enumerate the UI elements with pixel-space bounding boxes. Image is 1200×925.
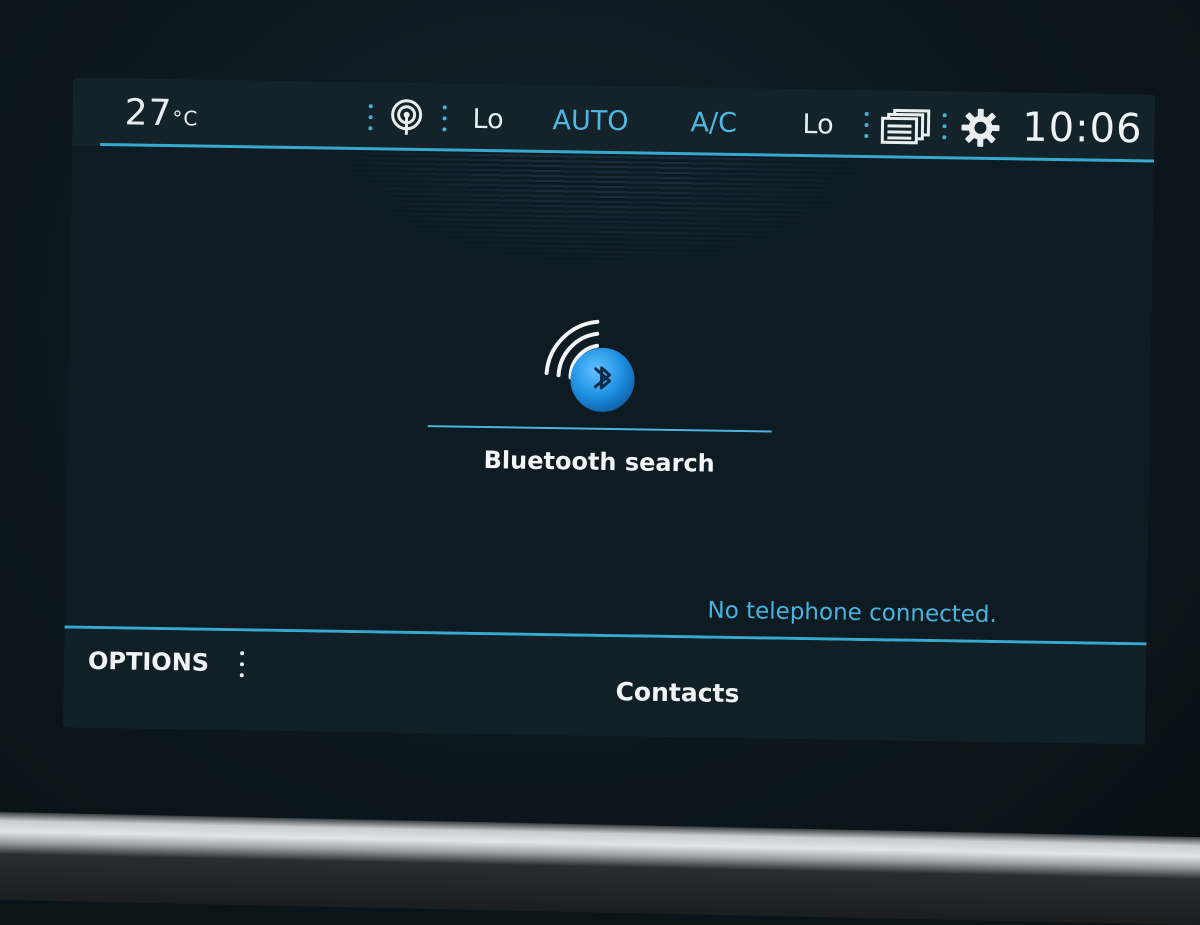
ac-toggle[interactable]: A/C — [690, 107, 737, 139]
separator-dots — [864, 111, 869, 142]
infotainment-screen: 27°C Lo AUTO A/C Lo 10:06 Bluetooth sear… — [62, 77, 1156, 745]
options-button[interactable]: OPTIONS — [88, 647, 210, 677]
bottom-bar: OPTIONS Contacts — [62, 628, 1147, 745]
bluetooth-underline — [427, 425, 772, 433]
temperature-unit: °C — [172, 106, 199, 131]
header-glow — [320, 151, 882, 281]
separator-dots — [942, 113, 947, 143]
separator-dots — [442, 105, 447, 135]
fan-right-level[interactable]: Lo — [802, 109, 834, 140]
clock: 10:06 — [1021, 104, 1143, 153]
broadcast-icon[interactable] — [388, 99, 425, 142]
more-options-icon[interactable] — [239, 651, 245, 684]
stacked-pages-icon[interactable] — [880, 108, 931, 149]
separator-dots — [368, 104, 373, 134]
gear-icon[interactable] — [960, 107, 1001, 152]
bluetooth-search-label[interactable]: Bluetooth search — [427, 445, 771, 478]
temperature-value: 27 — [124, 92, 173, 135]
connection-status-message: No telephone connected. — [707, 597, 998, 629]
bluetooth-search-button[interactable] — [538, 307, 650, 419]
temperature-display[interactable]: 27°C — [124, 92, 198, 134]
climate-auto-mode[interactable]: AUTO — [552, 105, 628, 137]
contacts-button[interactable]: Contacts — [615, 677, 739, 708]
fan-left-level[interactable]: Lo — [472, 104, 504, 135]
